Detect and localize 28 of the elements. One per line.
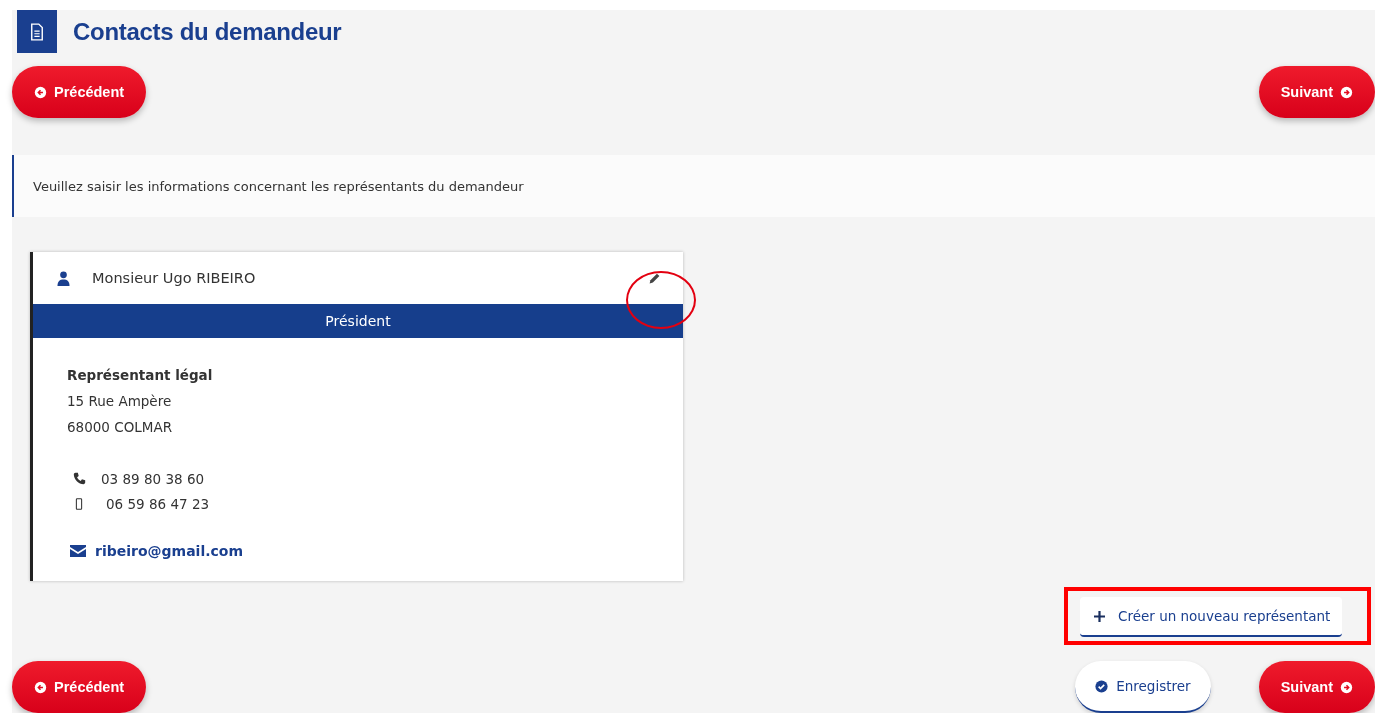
person-icon — [57, 270, 70, 286]
arrow-left-circle-icon — [34, 85, 47, 99]
pencil-icon — [648, 271, 661, 285]
phone-number: 03 89 80 38 60 — [101, 470, 205, 487]
arrow-left-circle-icon — [34, 680, 47, 694]
create-representative-button[interactable]: Créer un nouveau représentant — [1080, 597, 1343, 637]
plus-icon — [1094, 610, 1105, 622]
next-button[interactable]: Suivant — [1258, 661, 1375, 713]
phone-icon — [73, 472, 86, 485]
phone-number: 06 59 86 47 23 — [106, 495, 210, 512]
page-title: Contacts du demandeur — [73, 17, 342, 46]
role-bar: Président — [33, 304, 683, 338]
mobile-phone-icon — [75, 497, 83, 510]
arrow-right-circle-icon — [1340, 680, 1353, 694]
next-button[interactable]: Suivant — [1258, 66, 1375, 118]
document-glyph-icon — [30, 22, 44, 41]
info-message: Veuillez saisir les informations concernant les représentants du demandeur — [33, 178, 524, 194]
envelope-icon — [70, 545, 86, 557]
check-circle-icon — [1095, 679, 1109, 693]
address-line: 68000 COLMAR — [67, 418, 174, 437]
previous-button[interactable]: Précédent — [12, 661, 147, 713]
representative-type: Représentant légal — [67, 366, 214, 385]
representative-name: Monsieur Ugo RIBEIRO — [92, 270, 257, 286]
save-button[interactable]: Enregistrer — [1075, 661, 1211, 713]
address-line: 15 Rue Ampère — [67, 392, 173, 411]
previous-button[interactable]: Précédent — [12, 66, 147, 118]
email-link[interactable]: ribeiro@gmail.com — [95, 543, 244, 559]
arrow-right-circle-icon — [1340, 85, 1353, 99]
